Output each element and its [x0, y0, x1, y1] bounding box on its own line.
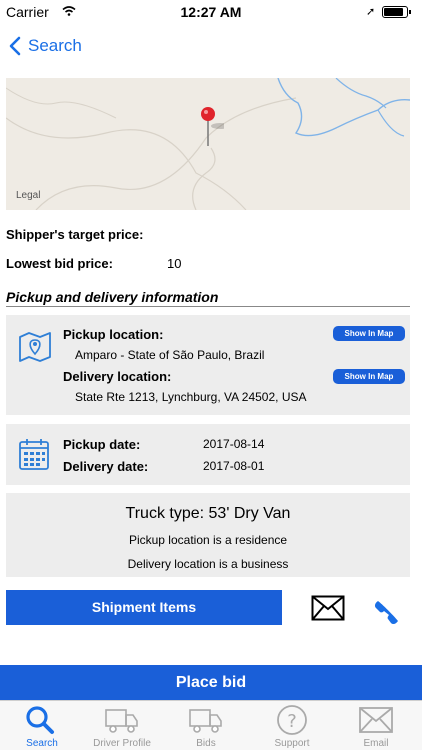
- back-button[interactable]: Search: [28, 36, 82, 56]
- map-location-icon: [19, 332, 51, 362]
- location-arrow-icon: ➚: [366, 6, 376, 18]
- search-icon: [26, 706, 54, 734]
- lowest-bid-label: Lowest bid price:: [6, 256, 113, 271]
- svg-text:?: ?: [287, 711, 297, 732]
- tab-driver-profile[interactable]: Driver Profile: [80, 701, 164, 750]
- mail-icon: [359, 707, 393, 733]
- tab-label: Driver Profile: [93, 738, 151, 749]
- pickup-location-value: Amparo - State of São Paulo, Brazil: [75, 348, 265, 362]
- tab-label: Search: [26, 738, 58, 749]
- question-icon: ?: [277, 705, 307, 735]
- delivery-location-value: State Rte 1213, Lynchburg, VA 24502, USA: [75, 390, 307, 404]
- delivery-location-note: Delivery location is a business: [127, 557, 289, 571]
- map-pin-icon[interactable]: [200, 106, 224, 150]
- pickup-location-label: Pickup location:: [63, 327, 164, 342]
- tab-label: Email: [363, 738, 389, 749]
- truck-icon: [189, 709, 222, 733]
- lowest-bid-value: 10: [167, 256, 182, 271]
- dates-card: Pickup date: 2017-08-14 Delivery date: 2…: [6, 424, 410, 485]
- tab-search[interactable]: Search: [0, 701, 84, 750]
- chevron-left-icon[interactable]: [8, 36, 22, 56]
- pickup-date-label: Pickup date:: [63, 437, 141, 452]
- delivery-show-in-map-button[interactable]: Show In Map: [333, 369, 405, 384]
- truck-card: Truck type: 53' Dry Van Pickup location …: [6, 493, 410, 577]
- phone-icon[interactable]: [365, 591, 401, 627]
- tab-label: Bids: [196, 738, 216, 749]
- truck-icon: [105, 709, 138, 733]
- tab-email[interactable]: Email: [334, 701, 418, 750]
- tab-label: Support: [274, 738, 310, 749]
- map-view[interactable]: Legal: [6, 78, 410, 210]
- delivery-location-label: Delivery location:: [63, 369, 172, 384]
- status-time: 12:27 AM: [180, 4, 242, 20]
- mail-icon[interactable]: [311, 595, 345, 621]
- tab-support[interactable]: ? Support: [250, 701, 334, 750]
- target-price-label: Shipper's target price:: [6, 227, 144, 242]
- shipment-items-button[interactable]: Shipment Items: [6, 590, 282, 625]
- tab-bids[interactable]: Bids: [164, 701, 248, 750]
- place-bid-button[interactable]: Place bid: [0, 665, 422, 700]
- tab-bar: Search Driver Profile Bids ? Support Ema…: [0, 700, 422, 750]
- locations-card: Pickup location: Amparo - State of São P…: [6, 315, 410, 415]
- map-legal-link[interactable]: Legal: [16, 190, 40, 201]
- pickup-show-in-map-button[interactable]: Show In Map: [333, 326, 405, 341]
- section-title: Pickup and delivery information: [6, 289, 219, 305]
- section-divider: [6, 306, 410, 307]
- truck-type: Truck type: 53' Dry Van: [125, 505, 291, 522]
- battery-icon: [382, 6, 411, 18]
- status-bar: Carrier 12:27 AM ➚: [0, 0, 422, 24]
- delivery-date-label: Delivery date:: [63, 459, 149, 474]
- pickup-date-value: 2017-08-14: [203, 437, 265, 451]
- delivery-date-value: 2017-08-01: [203, 459, 265, 473]
- pickup-location-note: Pickup location is a residence: [128, 533, 288, 547]
- nav-bar: Search: [0, 24, 422, 68]
- calendar-icon: [19, 439, 49, 470]
